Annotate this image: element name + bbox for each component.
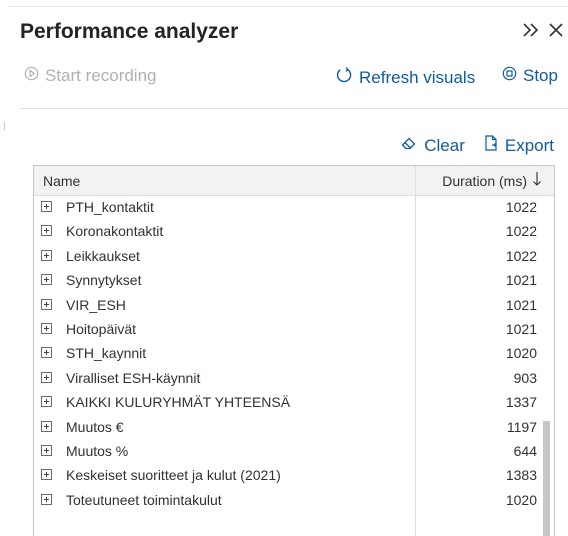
row-duration: 1383 <box>505 467 537 484</box>
row-name: Keskeiset suoritteet ja kulut (2021) <box>66 467 281 484</box>
toolbar: Start recording Refresh visuals Stop <box>20 66 568 92</box>
table-row: Toteutuneet toimintakulut 1020 <box>34 488 539 512</box>
row-name: KAIKKI KULURYHMÄT YHTEENSÄ <box>66 394 291 411</box>
close-icon[interactable] <box>548 22 564 38</box>
row-name: Muutos € <box>66 418 124 435</box>
expand-icon[interactable] <box>41 298 52 310</box>
expand-icon[interactable] <box>41 274 52 286</box>
expand-icon[interactable] <box>41 371 52 383</box>
row-duration: 903 <box>513 369 537 386</box>
table-row: Viralliset ESH-käynnit 903 <box>34 366 539 390</box>
export-button[interactable]: Export <box>483 134 554 157</box>
table-row: PTH_kontaktit 1022 <box>34 195 539 219</box>
vertical-scrollbar[interactable] <box>541 196 551 536</box>
clear-label: Clear <box>424 135 465 155</box>
expand-icon[interactable] <box>41 249 52 261</box>
toolbar-divider <box>20 108 568 109</box>
row-duration: 1020 <box>505 491 537 508</box>
refresh-visuals-button[interactable]: Refresh visuals <box>335 66 475 89</box>
row-duration: 1021 <box>505 296 537 313</box>
export-icon <box>483 134 499 157</box>
performance-table: Name Duration (ms) PTH_kontaktit 1022 Kor… <box>33 165 555 536</box>
panel-title: Performance analyzer <box>20 20 239 43</box>
expand-icon[interactable] <box>41 493 52 505</box>
record-icon <box>24 66 39 86</box>
table-row: VIR_ESH 1021 <box>34 293 539 317</box>
row-duration: 1021 <box>505 320 537 337</box>
table-row: STH_kaynnit 1020 <box>34 341 539 365</box>
row-name: Synnytykset <box>66 272 142 289</box>
collapse-pane-icon[interactable] <box>522 21 540 39</box>
start-recording-label: Start recording <box>45 66 157 85</box>
top-border <box>8 6 568 7</box>
start-recording-button[interactable]: Start recording <box>24 66 157 86</box>
table-row: Koronakontaktit 1022 <box>34 219 539 243</box>
expand-icon[interactable] <box>41 469 52 481</box>
table-actions: Clear Export <box>400 134 554 157</box>
row-name: VIR_ESH <box>66 296 126 313</box>
row-name: Muutos % <box>66 442 129 459</box>
expand-icon[interactable] <box>41 347 52 359</box>
expand-icon[interactable] <box>41 396 52 408</box>
expand-icon[interactable] <box>41 420 52 432</box>
column-header-name[interactable]: Name <box>43 173 80 189</box>
row-name: PTH_kontaktit <box>66 199 154 215</box>
expand-icon[interactable] <box>41 225 52 237</box>
table-row: Keskeiset suoritteet ja kulut (2021) 1383 <box>34 463 539 487</box>
export-label: Export <box>504 135 554 155</box>
row-duration: 1022 <box>505 223 537 240</box>
expand-icon[interactable] <box>41 444 52 456</box>
refresh-icon <box>335 66 353 89</box>
row-name: Toteutuneet toimintakulut <box>66 491 222 508</box>
table-rows: PTH_kontaktit 1022 Koronakontaktit 1022 Le… <box>34 195 539 512</box>
refresh-visuals-label: Refresh visuals <box>359 67 476 87</box>
row-duration: 644 <box>513 442 537 459</box>
row-duration: 1337 <box>505 394 537 411</box>
panel-header-icons <box>522 21 564 39</box>
expand-icon[interactable] <box>41 322 52 334</box>
scrollbar-thumb[interactable] <box>543 421 550 536</box>
column-header-duration[interactable]: Duration (ms) <box>442 171 542 190</box>
row-name: Leikkaukset <box>66 247 140 264</box>
row-name: Hoitopäivät <box>66 320 137 337</box>
row-duration: 1022 <box>505 199 537 215</box>
clear-button[interactable]: Clear <box>400 135 465 156</box>
row-name: STH_kaynnit <box>66 345 147 362</box>
stop-icon <box>502 66 517 86</box>
row-duration: 1022 <box>505 247 537 264</box>
row-name: Viralliset ESH-käynnit <box>66 369 201 386</box>
stop-button[interactable]: Stop <box>502 66 558 86</box>
table-header: Name Duration (ms) <box>34 166 554 196</box>
table-row: Muutos € 1197 <box>34 415 539 439</box>
stop-label: Stop <box>523 66 558 85</box>
table-row: KAIKKI KULURYHMÄT YHTEENSÄ 1337 <box>34 390 539 414</box>
sort-descending-icon <box>532 171 542 190</box>
table-row: Muutos % 644 <box>34 439 539 463</box>
row-duration: 1021 <box>505 272 537 289</box>
row-name: Koronakontaktit <box>66 223 164 240</box>
expand-icon[interactable] <box>41 201 52 212</box>
table-row: Synnytykset 1021 <box>34 268 539 292</box>
row-duration: 1197 <box>506 418 537 435</box>
eraser-icon <box>400 135 418 156</box>
duration-header-label: Duration (ms) <box>442 172 527 189</box>
table-row: Leikkaukset 1022 <box>34 244 539 268</box>
row-duration: 1020 <box>505 345 537 362</box>
left-edge-mark <box>4 122 5 130</box>
table-row: Hoitopäivät 1021 <box>34 317 539 341</box>
